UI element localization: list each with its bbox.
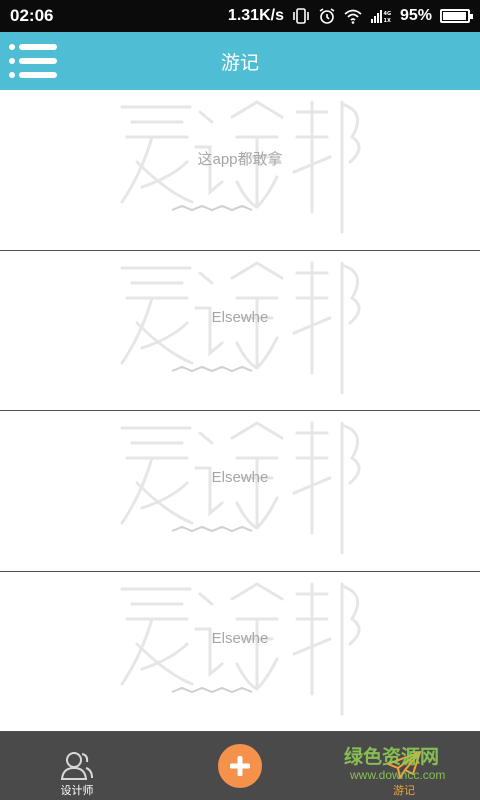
travel-note-card[interactable]: 这app都敢拿 (0, 90, 480, 251)
watermark: 绿色资源网 (344, 747, 440, 768)
travel-note-card[interactable]: Elsewhe (0, 250, 480, 411)
travel-note-title: Elsewhe (211, 629, 269, 647)
svg-text:1X: 1X (383, 18, 390, 24)
travel-note-card[interactable]: Elsewhe (0, 411, 480, 572)
travel-note-title: 这app都敢拿 (197, 151, 283, 168)
nav-travel-label: 游记 (393, 784, 415, 797)
nav-designers-label: 设计师 (60, 784, 94, 797)
vibrate-icon (293, 8, 309, 24)
travel-note-card[interactable]: Elsewhe (0, 571, 480, 732)
status-bar: 02:06 1.31K/s 4G 1X 95% (0, 0, 480, 32)
battery-fill (443, 12, 466, 20)
status-time: 02:06 (10, 6, 54, 25)
aitubang-logo (120, 581, 361, 715)
alarm-icon (319, 8, 335, 24)
plus-icon (230, 756, 250, 776)
nav-designers[interactable]: 设计师 (46, 732, 108, 800)
travel-note-title: Elsewhe (211, 469, 269, 486)
travel-note-title: Elsewhe (211, 308, 269, 326)
battery-percent: 95% (399, 7, 432, 24)
page-title: 游记 (220, 51, 259, 74)
signal-icon: 4G 1X (370, 10, 391, 24)
aitubang-logo (120, 421, 361, 555)
battery-icon (440, 9, 473, 23)
menu-list-icon (9, 44, 57, 78)
svg-text:4G: 4G (383, 11, 391, 17)
wifi-icon (344, 9, 362, 24)
users-icon (60, 752, 93, 780)
menu-button[interactable] (8, 42, 60, 80)
app-header: 游记 (0, 32, 480, 90)
watermark-url: www.downcc.com (350, 768, 446, 782)
add-button[interactable] (218, 744, 262, 788)
aitubang-logo (120, 260, 361, 394)
status-indicators: 1.31K/s 4G 1X 95% (227, 7, 473, 25)
travel-note-list[interactable]: 这app都敢拿 Elsewhe Elsewhe Elsewhe (0, 90, 480, 732)
network-speed: 1.31K/s (227, 7, 284, 24)
